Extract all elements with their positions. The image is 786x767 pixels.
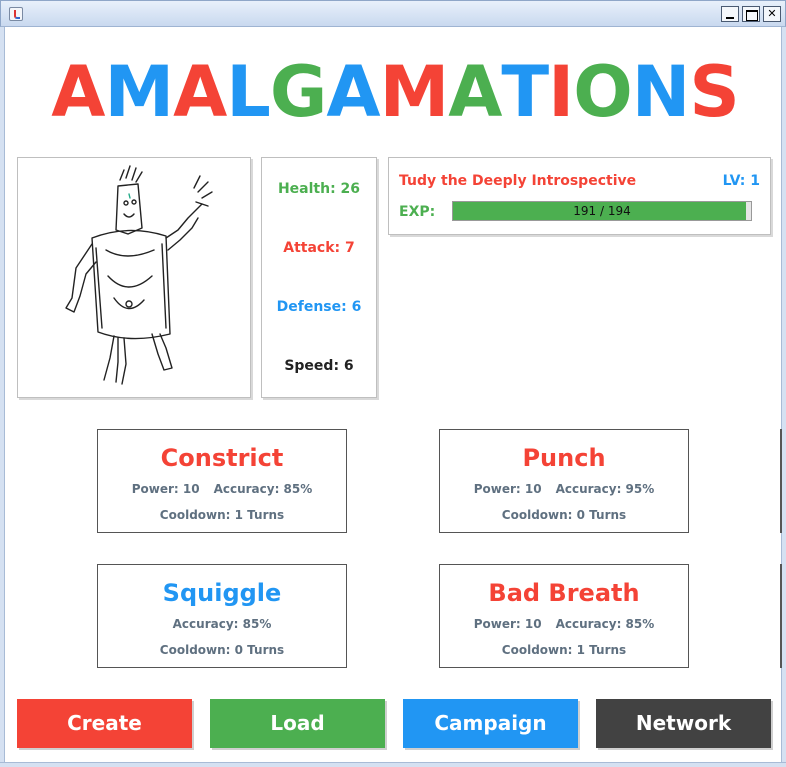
move-accuracy: Accuracy: 85% <box>555 617 655 631</box>
creature-portrait <box>17 157 251 398</box>
move-card-punch[interactable]: Punch Power: 10 Accuracy: 95% Cooldown: 0… <box>439 429 689 533</box>
move-accuracy: Accuracy: 85% <box>172 617 272 631</box>
logo-letter: M <box>379 51 450 133</box>
move-accuracy: Accuracy: 95% <box>555 482 655 496</box>
move-accuracy: Accuracy: 85% <box>213 482 313 496</box>
minimize-button[interactable] <box>721 6 739 22</box>
maximize-button[interactable] <box>742 6 760 22</box>
move-name: Squiggle <box>162 579 282 607</box>
create-button[interactable]: Create <box>17 699 192 748</box>
move-name: Bad Breath <box>488 579 640 607</box>
creature-name: Tudy the Deeply Introspective <box>399 173 637 189</box>
app-logo: AMALGAMATIONS <box>40 52 750 132</box>
move-cooldown: Cooldown: 1 Turns <box>159 508 285 522</box>
window-frame-left <box>0 27 5 767</box>
defense-stat: Defense: 6 <box>276 299 362 315</box>
load-button[interactable]: Load <box>210 699 385 748</box>
logo-letter: T <box>501 51 549 133</box>
speed-stat: Speed: 6 <box>284 358 354 374</box>
move-power-accuracy: Power: 10 Accuracy: 95% <box>440 482 688 496</box>
exp-progress-bar: 191 / 194 <box>452 201 752 221</box>
move-power: Power: 10 <box>473 617 542 631</box>
logo-letter: A <box>51 51 105 133</box>
exp-label: EXP: <box>399 204 436 220</box>
creature-level: LV: 1 <box>722 173 760 189</box>
creature-drawing <box>65 165 213 385</box>
logo-letter: N <box>631 51 691 133</box>
move-card-constrict[interactable]: Constrict Power: 10 Accuracy: 85% Cooldow… <box>97 429 347 533</box>
attack-stat: Attack: 7 <box>283 240 355 256</box>
edge-divider <box>780 564 782 668</box>
move-power-accuracy: Power: 10 Accuracy: 85% <box>98 482 346 496</box>
move-cooldown: Cooldown: 0 Turns <box>501 508 627 522</box>
logo-letter: M <box>104 51 174 133</box>
move-cooldown: Cooldown: 0 Turns <box>159 643 285 657</box>
logo-letter: G <box>269 51 327 133</box>
move-power-accuracy: Power: 10 Accuracy: 85% <box>440 617 688 631</box>
move-card-squiggle[interactable]: Squiggle Accuracy: 85% Cooldown: 0 Turns <box>97 564 347 668</box>
window-frame-bottom <box>0 762 786 767</box>
exp-progress-text: 191 / 194 <box>573 204 631 218</box>
move-power-accuracy: Accuracy: 85% <box>98 617 346 631</box>
move-power: Power: 10 <box>473 482 542 496</box>
logo-letter: I <box>548 51 574 133</box>
logo-letter: A <box>448 51 502 133</box>
logo-letter: L <box>226 51 271 133</box>
logo-letter: A <box>326 51 380 133</box>
logo-letter: A <box>173 51 227 133</box>
health-stat: Health: 26 <box>277 181 361 197</box>
logo-letter: O <box>573 51 633 133</box>
move-card-bad-breath[interactable]: Bad Breath Power: 10 Accuracy: 85% Cooldo… <box>439 564 689 668</box>
move-cooldown: Cooldown: 1 Turns <box>501 643 627 657</box>
stats-panel: Health: 26 Attack: 7 Defense: 6 Speed: 6 <box>261 157 377 398</box>
java-cup-icon[interactable] <box>9 7 23 21</box>
move-name: Constrict <box>160 444 284 472</box>
logo-letter: S <box>689 51 739 133</box>
campaign-button[interactable]: Campaign <box>403 699 578 748</box>
edge-divider <box>780 429 782 533</box>
window-titlebar[interactable]: ✕ <box>0 0 786 27</box>
move-power: Power: 10 <box>131 482 200 496</box>
creature-info-panel: Tudy the Deeply Introspective LV: 1 EXP:… <box>388 157 771 235</box>
network-button[interactable]: Network <box>596 699 771 748</box>
close-button[interactable]: ✕ <box>763 6 781 22</box>
move-name: Punch <box>522 444 606 472</box>
